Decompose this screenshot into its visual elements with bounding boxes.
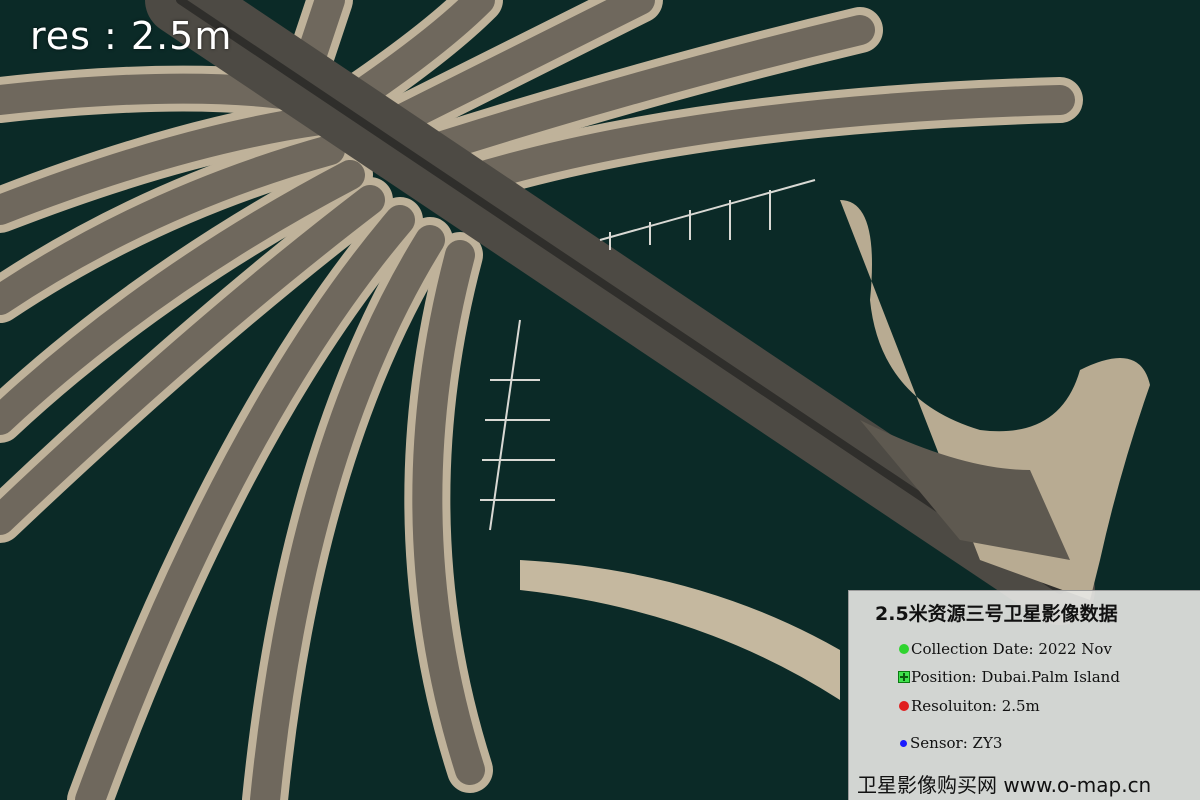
blue-dot-icon (900, 739, 907, 747)
legend-text: Sensor: ZY3 (910, 734, 1003, 752)
legend-row-sensor: Sensor: ZY3 (897, 733, 1002, 753)
legend-row-resolution: Resoluiton: 2.5m (897, 696, 1040, 716)
green-dot-icon (899, 644, 909, 654)
website-footer: 卫星影像购买网 www.o-map.cn (857, 773, 1152, 797)
legend-text: Collection Date: 2022 Nov (911, 640, 1112, 658)
position-cross-icon (898, 671, 910, 683)
resolution-label: res : 2.5m (30, 14, 233, 58)
info-panel: 2.5米资源三号卫星影像数据 Collection Date: 2022 Nov… (848, 590, 1200, 800)
legend-row-position: Position: Dubai.Palm Island (897, 667, 1120, 687)
legend-text: Position: Dubai.Palm Island (911, 668, 1120, 686)
legend-row-collection-date: Collection Date: 2022 Nov (897, 639, 1112, 659)
panel-title: 2.5米资源三号卫星影像数据 (875, 603, 1118, 625)
red-dot-icon (899, 701, 909, 711)
legend-text: Resoluiton: 2.5m (911, 697, 1040, 715)
